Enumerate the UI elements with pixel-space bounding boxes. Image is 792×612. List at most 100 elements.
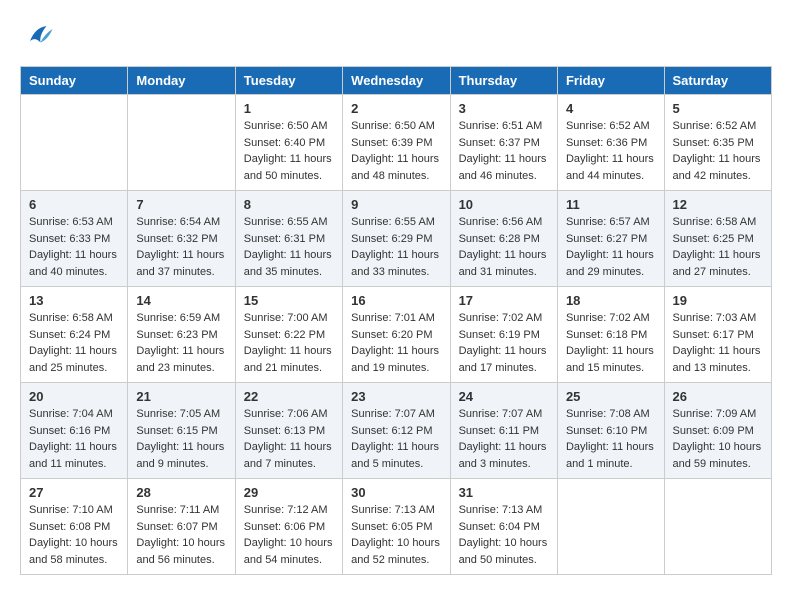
calendar-week-row: 27 Sunrise: 7:10 AMSunset: 6:08 PMDayligh… [21,479,772,575]
calendar-cell [128,95,235,191]
calendar-cell: 6 Sunrise: 6:53 AMSunset: 6:33 PMDaylight… [21,191,128,287]
calendar-cell: 24Sunrise: 7:07 AMSunset: 6:11 PMDayligh… [450,383,557,479]
calendar-cell: 13Sunrise: 6:58 AMSunset: 6:24 PMDayligh… [21,287,128,383]
day-number: 26 [673,389,763,404]
day-info: Sunrise: 6:59 AMSunset: 6:23 PMDaylight:… [136,310,226,376]
day-info: Sunrise: 6:55 AMSunset: 6:31 PMDaylight:… [244,214,334,280]
day-info: Sunrise: 6:55 AMSunset: 6:29 PMDaylight:… [351,214,441,280]
day-number: 17 [459,293,549,308]
calendar-week-row: 13Sunrise: 6:58 AMSunset: 6:24 PMDayligh… [21,287,772,383]
day-number: 10 [459,197,549,212]
calendar-cell: 7 Sunrise: 6:54 AMSunset: 6:32 PMDaylight… [128,191,235,287]
calendar-cell: 31Sunrise: 7:13 AMSunset: 6:04 PMDayligh… [450,479,557,575]
day-number: 30 [351,485,441,500]
calendar-cell: 4Sunrise: 6:52 AMSunset: 6:36 PMDaylight… [557,95,664,191]
weekday-header: Wednesday [343,67,450,95]
day-info: Sunrise: 6:58 AMSunset: 6:24 PMDaylight:… [29,310,119,376]
day-number: 21 [136,389,226,404]
calendar-cell [21,95,128,191]
logo-bird-icon [24,20,54,50]
day-number: 15 [244,293,334,308]
weekday-header: Monday [128,67,235,95]
calendar-cell: 19 Sunrise: 7:03 AMSunset: 6:17 PMDayligh… [664,287,771,383]
calendar-cell: 2Sunrise: 6:50 AMSunset: 6:39 PMDaylight… [343,95,450,191]
day-info: Sunrise: 6:58 AMSunset: 6:25 PMDaylight:… [673,214,763,280]
day-info: Sunrise: 7:01 AMSunset: 6:20 PMDaylight:… [351,310,441,376]
day-info: Sunrise: 7:03 AMSunset: 6:17 PMDaylight:… [673,310,763,376]
day-info: Sunrise: 7:07 AMSunset: 6:11 PMDaylight:… [459,406,549,472]
day-info: Sunrise: 7:11 AMSunset: 6:07 PMDaylight:… [136,502,226,568]
day-info: Sunrise: 7:13 AMSunset: 6:05 PMDaylight:… [351,502,441,568]
day-info: Sunrise: 6:52 AMSunset: 6:36 PMDaylight:… [566,118,656,184]
calendar-cell: 9 Sunrise: 6:55 AMSunset: 6:29 PMDaylight… [343,191,450,287]
weekday-header: Friday [557,67,664,95]
day-info: Sunrise: 6:57 AMSunset: 6:27 PMDaylight:… [566,214,656,280]
calendar-header: SundayMondayTuesdayWednesdayThursdayFrid… [21,67,772,95]
day-info: Sunrise: 7:07 AMSunset: 6:12 PMDaylight:… [351,406,441,472]
day-info: Sunrise: 6:50 AMSunset: 6:39 PMDaylight:… [351,118,441,184]
day-info: Sunrise: 7:12 AMSunset: 6:06 PMDaylight:… [244,502,334,568]
day-info: Sunrise: 6:53 AMSunset: 6:33 PMDaylight:… [29,214,119,280]
day-number: 7 [136,197,226,212]
calendar-cell: 23 Sunrise: 7:07 AMSunset: 6:12 PMDayligh… [343,383,450,479]
weekday-header: Thursday [450,67,557,95]
day-number: 27 [29,485,119,500]
calendar-cell: 29 Sunrise: 7:12 AMSunset: 6:06 PMDayligh… [235,479,342,575]
day-number: 16 [351,293,441,308]
calendar-cell [557,479,664,575]
calendar-cell: 28 Sunrise: 7:11 AMSunset: 6:07 PMDayligh… [128,479,235,575]
weekday-header: Tuesday [235,67,342,95]
day-number: 25 [566,389,656,404]
calendar-cell: 16 Sunrise: 7:01 AMSunset: 6:20 PMDayligh… [343,287,450,383]
day-info: Sunrise: 7:04 AMSunset: 6:16 PMDaylight:… [29,406,119,472]
day-info: Sunrise: 6:56 AMSunset: 6:28 PMDaylight:… [459,214,549,280]
logo [20,20,54,50]
day-info: Sunrise: 7:05 AMSunset: 6:15 PMDaylight:… [136,406,226,472]
day-info: Sunrise: 6:54 AMSunset: 6:32 PMDaylight:… [136,214,226,280]
calendar-cell [664,479,771,575]
day-number: 9 [351,197,441,212]
weekday-row: SundayMondayTuesdayWednesdayThursdayFrid… [21,67,772,95]
calendar-cell: 8 Sunrise: 6:55 AMSunset: 6:31 PMDaylight… [235,191,342,287]
page-header [20,20,772,50]
calendar-cell: 17 Sunrise: 7:02 AMSunset: 6:19 PMDayligh… [450,287,557,383]
day-info: Sunrise: 7:08 AMSunset: 6:10 PMDaylight:… [566,406,656,472]
calendar-cell: 27 Sunrise: 7:10 AMSunset: 6:08 PMDayligh… [21,479,128,575]
day-number: 29 [244,485,334,500]
calendar-cell: 10 Sunrise: 6:56 AMSunset: 6:28 PMDayligh… [450,191,557,287]
day-info: Sunrise: 6:50 AMSunset: 6:40 PMDaylight:… [244,118,334,184]
calendar-cell: 30 Sunrise: 7:13 AMSunset: 6:05 PMDayligh… [343,479,450,575]
calendar-cell: 1 Sunrise: 6:50 AMSunset: 6:40 PMDaylight… [235,95,342,191]
calendar-week-row: 20 Sunrise: 7:04 AMSunset: 6:16 PMDayligh… [21,383,772,479]
calendar-cell: 25 Sunrise: 7:08 AMSunset: 6:10 PMDayligh… [557,383,664,479]
calendar-cell: 14Sunrise: 6:59 AMSunset: 6:23 PMDayligh… [128,287,235,383]
weekday-header: Sunday [21,67,128,95]
day-number: 28 [136,485,226,500]
calendar-cell: 5Sunrise: 6:52 AMSunset: 6:35 PMDaylight… [664,95,771,191]
day-info: Sunrise: 7:10 AMSunset: 6:08 PMDaylight:… [29,502,119,568]
calendar-cell: 20 Sunrise: 7:04 AMSunset: 6:16 PMDayligh… [21,383,128,479]
day-number: 8 [244,197,334,212]
day-number: 20 [29,389,119,404]
calendar-cell: 12 Sunrise: 6:58 AMSunset: 6:25 PMDayligh… [664,191,771,287]
day-number: 1 [244,101,334,116]
day-info: Sunrise: 7:02 AMSunset: 6:19 PMDaylight:… [459,310,549,376]
calendar-table: SundayMondayTuesdayWednesdayThursdayFrid… [20,66,772,575]
calendar-cell: 11Sunrise: 6:57 AMSunset: 6:27 PMDayligh… [557,191,664,287]
day-number: 18 [566,293,656,308]
calendar-cell: 21 Sunrise: 7:05 AMSunset: 6:15 PMDayligh… [128,383,235,479]
day-info: Sunrise: 7:02 AMSunset: 6:18 PMDaylight:… [566,310,656,376]
calendar-week-row: 1 Sunrise: 6:50 AMSunset: 6:40 PMDaylight… [21,95,772,191]
day-number: 6 [29,197,119,212]
day-info: Sunrise: 7:13 AMSunset: 6:04 PMDaylight:… [459,502,549,568]
day-number: 23 [351,389,441,404]
day-number: 12 [673,197,763,212]
calendar-cell: 3Sunrise: 6:51 AMSunset: 6:37 PMDaylight… [450,95,557,191]
day-number: 19 [673,293,763,308]
day-number: 22 [244,389,334,404]
day-info: Sunrise: 6:52 AMSunset: 6:35 PMDaylight:… [673,118,763,184]
day-info: Sunrise: 7:06 AMSunset: 6:13 PMDaylight:… [244,406,334,472]
day-info: Sunrise: 6:51 AMSunset: 6:37 PMDaylight:… [459,118,549,184]
calendar-cell: 26Sunrise: 7:09 AMSunset: 6:09 PMDayligh… [664,383,771,479]
calendar-body: 1 Sunrise: 6:50 AMSunset: 6:40 PMDaylight… [21,95,772,575]
